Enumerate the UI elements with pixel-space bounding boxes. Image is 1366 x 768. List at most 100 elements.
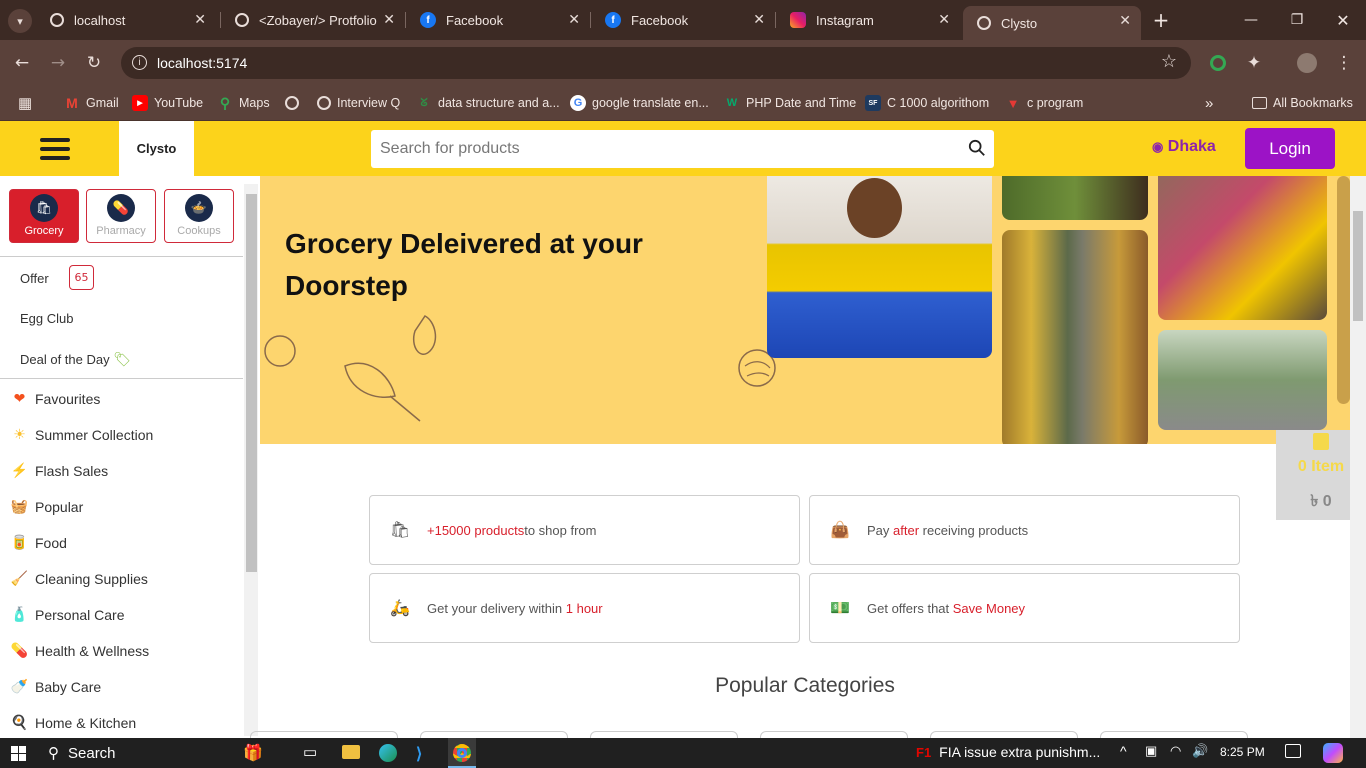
sidebar-egg-club[interactable]: Egg Club	[20, 311, 73, 326]
profile-avatar[interactable]	[1296, 52, 1318, 74]
site-logo[interactable]: Clysto	[119, 121, 194, 176]
menu-dots-icon[interactable]: ⋮	[1333, 52, 1355, 74]
delivery-person-photo	[767, 176, 992, 358]
extensions-puzzle-icon[interactable]: ✦	[1243, 52, 1265, 74]
sidebar-item-health[interactable]: 💊 Health & Wellness	[10, 641, 149, 660]
baby-icon: 🍼	[10, 678, 29, 694]
minimize-button[interactable]: —	[1228, 0, 1274, 40]
bookmark-maps[interactable]: ⚲ Maps	[217, 89, 270, 117]
sidebar-item-baby-care[interactable]: 🍼 Baby Care	[10, 677, 101, 696]
browser-tab[interactable]: f Facebook ✕	[591, 0, 775, 40]
category-cookups[interactable]: 🍲 Cookups	[164, 189, 234, 243]
category-card[interactable]	[760, 731, 908, 738]
more-bookmarks-icon[interactable]: »	[1205, 89, 1213, 117]
vscode-icon[interactable]: ⟩	[416, 744, 434, 763]
sidebar-item-home-kitchen[interactable]: 🍳 Home & Kitchen	[10, 713, 136, 732]
news-ticker[interactable]: F1 FIA issue extra punishm...	[916, 744, 1100, 760]
browser-tab[interactable]: Instagram ✕	[776, 0, 960, 40]
all-bookmarks[interactable]: All Bookmarks	[1252, 89, 1353, 117]
category-pharmacy[interactable]: 💊 Pharmacy	[86, 189, 156, 243]
close-tab-icon[interactable]: ✕	[1119, 12, 1131, 29]
taskbar-search[interactable]: ⚲ Search	[48, 744, 116, 763]
browser-tab[interactable]: localhost ✕	[36, 0, 216, 40]
copilot-icon[interactable]	[1323, 743, 1343, 763]
category-card[interactable]	[1100, 731, 1248, 738]
category-card[interactable]	[590, 731, 738, 738]
globe-icon	[317, 96, 331, 110]
sidebar-item-favourites[interactable]: ❤ Favourites	[10, 389, 101, 408]
close-tab-icon[interactable]: ✕	[753, 11, 765, 28]
volume-icon[interactable]: 🔊	[1192, 743, 1208, 759]
google-icon: G	[570, 95, 586, 111]
hero-banner: Grocery Deleivered at your Doorstep	[260, 176, 1350, 444]
heart-icon: ❤	[13, 390, 26, 406]
bookmark-gmail[interactable]: M Gmail	[64, 89, 119, 117]
search-icon[interactable]	[968, 139, 986, 157]
login-button[interactable]: Login	[1245, 128, 1335, 169]
back-icon[interactable]: ←	[11, 52, 33, 74]
url-bar[interactable]: i localhost:5174 ☆	[121, 47, 1191, 79]
new-tab-button[interactable]: +	[1138, 0, 1184, 40]
location-selector[interactable]: ◉ Dhaka	[1152, 138, 1216, 156]
sidebar-deal-of-day[interactable]: Deal of the Day 🏷	[20, 351, 131, 368]
sidebar-item-food[interactable]: 🥫 Food	[10, 533, 67, 552]
sidebar-scroll-thumb[interactable]	[246, 194, 257, 572]
tab-search-button[interactable]: ▾	[8, 9, 32, 33]
taskbar-widget-icon[interactable]: 🎁	[243, 743, 263, 763]
category-card[interactable]	[930, 731, 1078, 738]
personal-care-icon: 🧴	[10, 606, 29, 622]
extension-green-icon[interactable]	[1207, 52, 1229, 74]
sidebar-item-cleaning[interactable]: 🧹 Cleaning Supplies	[10, 569, 148, 588]
bookmark-php[interactable]: W PHP Date and Time	[724, 89, 856, 117]
bookmark-ds[interactable]: ᘜ data structure and a...	[416, 89, 559, 117]
vegetable-doodle-icon	[264, 315, 437, 422]
health-icon: 💊	[10, 642, 29, 658]
close-tab-icon[interactable]: ✕	[938, 11, 950, 28]
browser-tab-active[interactable]: Clysto ✕	[963, 6, 1141, 40]
bookmark-cprogram[interactable]: ▼ c program	[1005, 89, 1084, 117]
page-scrollbar[interactable]	[1350, 176, 1366, 738]
wifi-icon[interactable]: ◠	[1170, 743, 1181, 759]
site-info-icon[interactable]: i	[132, 55, 147, 70]
show-hidden-icons[interactable]: ^	[1120, 743, 1127, 759]
bookmark-youtube[interactable]: ▶ YouTube	[132, 89, 203, 117]
task-view-icon[interactable]: ▭	[303, 743, 317, 761]
sidebar-item-summer[interactable]: ☀ Summer Collection	[10, 425, 153, 444]
edge-icon[interactable]	[379, 744, 397, 762]
bookmark-globe[interactable]	[285, 89, 305, 117]
page-scroll-thumb[interactable]	[1353, 211, 1363, 321]
sidebar-item-flash-sales[interactable]: ⚡ Flash Sales	[10, 461, 108, 480]
reload-icon[interactable]: ↻	[83, 52, 105, 74]
bookmark-c1000[interactable]: SF C 1000 algorithom	[865, 89, 989, 117]
sidebar-item-popular[interactable]: 🧺 Popular	[10, 497, 83, 516]
close-tab-icon[interactable]: ✕	[383, 11, 395, 28]
chrome-icon[interactable]	[448, 738, 476, 768]
forward-icon[interactable]: →	[47, 52, 69, 74]
category-card[interactable]	[250, 731, 398, 738]
browser-tab[interactable]: <Zobayer/> Protfolio ✕	[221, 0, 405, 40]
category-grocery[interactable]: 🛍 Grocery	[9, 189, 79, 243]
windows-start-icon[interactable]	[11, 746, 26, 761]
sidebar-scrollbar[interactable]	[244, 184, 258, 736]
bookmark-google[interactable]: Ggoogle translate en...	[570, 89, 709, 117]
restore-button[interactable]: ❐	[1274, 0, 1320, 40]
close-tab-icon[interactable]: ✕	[568, 11, 580, 28]
bookmark-star-icon[interactable]: ☆	[1161, 51, 1177, 72]
close-window-button[interactable]: ✕	[1320, 0, 1366, 40]
sidebar-item-personal-care[interactable]: 🧴 Personal Care	[10, 605, 125, 624]
meet-icon[interactable]: ▣	[1145, 743, 1157, 759]
cleaning-icon: 🧹	[10, 570, 29, 586]
notifications-icon[interactable]	[1285, 744, 1301, 758]
clock[interactable]: 8:25 PM	[1220, 745, 1265, 759]
category-card[interactable]	[420, 731, 568, 738]
browser-tab[interactable]: f Facebook ✕	[406, 0, 590, 40]
bookmark-interview[interactable]: Interview Q	[317, 89, 400, 117]
file-explorer-icon[interactable]	[342, 745, 360, 759]
sidebar-offer[interactable]: Offer	[20, 271, 49, 286]
close-tab-icon[interactable]: ✕	[194, 11, 206, 28]
address-toolbar: ← → ↻ i localhost:5174 ☆ ✦ ⋮	[0, 40, 1366, 86]
hamburger-menu-icon[interactable]	[40, 138, 70, 160]
search-input[interactable]: Search for products	[371, 130, 994, 168]
apps-grid-icon[interactable]: ▦	[18, 89, 32, 117]
gmail-icon: M	[66, 95, 78, 111]
